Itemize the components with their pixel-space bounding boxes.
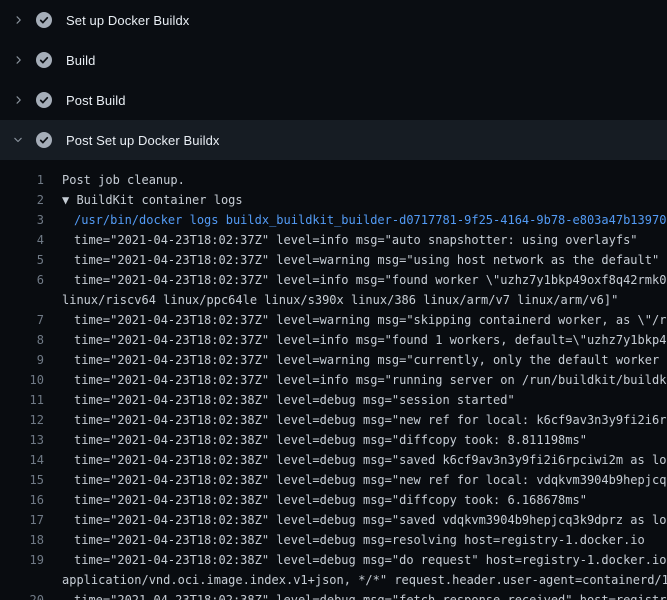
- log-line-text: time="2021-04-23T18:02:38Z" level=debug …: [44, 450, 667, 470]
- log-line: 8 time="2021-04-23T18:02:37Z" level=info…: [0, 330, 667, 350]
- step-row-post-set-up-docker-buildx[interactable]: Post Set up Docker Buildx: [0, 120, 667, 160]
- log-line: 16 time="2021-04-23T18:02:38Z" level=deb…: [0, 490, 667, 510]
- log-line: 19 time="2021-04-23T18:02:38Z" level=deb…: [0, 550, 667, 570]
- log-line-text: time="2021-04-23T18:02:38Z" level=debug …: [44, 430, 587, 450]
- log-line-number[interactable]: 12: [0, 410, 44, 430]
- step-row-post-build[interactable]: Post Build: [0, 80, 667, 120]
- log-line: 7 time="2021-04-23T18:02:37Z" level=warn…: [0, 310, 667, 330]
- step-label: Post Set up Docker Buildx: [66, 133, 220, 148]
- log-line: 20 time="2021-04-23T18:02:38Z" level=deb…: [0, 590, 667, 600]
- chevron-down-icon: [12, 132, 26, 148]
- log-line-text: application/vnd.oci.image.index.v1+json,…: [44, 570, 667, 590]
- log-line: 6 time="2021-04-23T18:02:37Z" level=info…: [0, 270, 667, 290]
- log-line: 1 Post job cleanup.: [0, 170, 667, 190]
- log-line: 11 time="2021-04-23T18:02:38Z" level=deb…: [0, 390, 667, 410]
- step-label: Post Build: [66, 93, 126, 108]
- log-line-number[interactable]: 3: [0, 210, 44, 230]
- step-label: Set up Docker Buildx: [66, 13, 189, 28]
- log-line-text: linux/riscv64 linux/ppc64le linux/s390x …: [44, 290, 618, 310]
- log-line-number: [0, 570, 44, 590]
- log-line: 13 time="2021-04-23T18:02:38Z" level=deb…: [0, 430, 667, 450]
- log-line-text: time="2021-04-23T18:02:37Z" level=warnin…: [44, 250, 659, 270]
- log-line-text: time="2021-04-23T18:02:37Z" level=info m…: [44, 230, 638, 250]
- log-line-number[interactable]: 8: [0, 330, 44, 350]
- log-line-number[interactable]: 7: [0, 310, 44, 330]
- log-line: linux/riscv64 linux/ppc64le linux/s390x …: [0, 290, 667, 310]
- log-line-number[interactable]: 14: [0, 450, 44, 470]
- log-line-text: time="2021-04-23T18:02:37Z" level=warnin…: [44, 350, 667, 370]
- log-line: 4 time="2021-04-23T18:02:37Z" level=info…: [0, 230, 667, 250]
- actions-log-viewer: Set up Docker Buildx Build Post Build Po…: [0, 0, 667, 600]
- log-line-text: time="2021-04-23T18:02:38Z" level=debug …: [44, 550, 667, 570]
- chevron-right-icon: [12, 52, 26, 68]
- log-line: 14 time="2021-04-23T18:02:38Z" level=deb…: [0, 450, 667, 470]
- log-line-number[interactable]: 11: [0, 390, 44, 410]
- step-row-set-up-docker-buildx[interactable]: Set up Docker Buildx: [0, 0, 667, 40]
- log-line-number[interactable]: 19: [0, 550, 44, 570]
- log-line: 9 time="2021-04-23T18:02:37Z" level=warn…: [0, 350, 667, 370]
- log-line-text: Post job cleanup.: [44, 170, 185, 190]
- chevron-right-icon: [12, 92, 26, 108]
- log-panel: 1 Post job cleanup. 2 ▼ BuildKit contain…: [0, 160, 667, 600]
- log-line-text: /usr/bin/docker logs buildx_buildkit_bui…: [44, 210, 666, 230]
- log-line-number[interactable]: 1: [0, 170, 44, 190]
- log-line-number[interactable]: 6: [0, 270, 44, 290]
- log-line-text: time="2021-04-23T18:02:37Z" level=info m…: [44, 330, 667, 350]
- log-line-number[interactable]: 5: [0, 250, 44, 270]
- log-line-text: time="2021-04-23T18:02:38Z" level=debug …: [44, 510, 667, 530]
- steps-list: Set up Docker Buildx Build Post Build Po…: [0, 0, 667, 160]
- log-line: 12 time="2021-04-23T18:02:38Z" level=deb…: [0, 410, 667, 430]
- log-line-text: time="2021-04-23T18:02:37Z" level=warnin…: [44, 310, 667, 330]
- log-line-number[interactable]: 10: [0, 370, 44, 390]
- log-line-number[interactable]: 18: [0, 530, 44, 550]
- log-line-number[interactable]: 9: [0, 350, 44, 370]
- log-line-text: time="2021-04-23T18:02:38Z" level=debug …: [44, 590, 667, 600]
- log-line: 5 time="2021-04-23T18:02:37Z" level=warn…: [0, 250, 667, 270]
- log-line-text: time="2021-04-23T18:02:38Z" level=debug …: [44, 470, 667, 490]
- log-line: application/vnd.oci.image.index.v1+json,…: [0, 570, 667, 590]
- log-line-text: time="2021-04-23T18:02:37Z" level=info m…: [44, 270, 667, 290]
- check-circle-icon: [36, 92, 52, 108]
- log-line-text: time="2021-04-23T18:02:38Z" level=debug …: [44, 490, 587, 510]
- step-label: Build: [66, 53, 95, 68]
- log-line-text: time="2021-04-23T18:02:38Z" level=debug …: [44, 410, 667, 430]
- step-row-build[interactable]: Build: [0, 40, 667, 80]
- log-line-number[interactable]: 16: [0, 490, 44, 510]
- log-line-number[interactable]: 17: [0, 510, 44, 530]
- log-line-text: time="2021-04-23T18:02:37Z" level=info m…: [44, 370, 667, 390]
- log-line: 18 time="2021-04-23T18:02:38Z" level=deb…: [0, 530, 667, 550]
- chevron-right-icon: [12, 12, 26, 28]
- log-line-number[interactable]: 4: [0, 230, 44, 250]
- log-line-number[interactable]: 13: [0, 430, 44, 450]
- log-line: 2 ▼ BuildKit container logs: [0, 190, 667, 210]
- log-line-number[interactable]: 2: [0, 190, 44, 210]
- check-circle-icon: [36, 12, 52, 28]
- log-line: 10 time="2021-04-23T18:02:37Z" level=inf…: [0, 370, 667, 390]
- log-line-text: time="2021-04-23T18:02:38Z" level=debug …: [44, 530, 645, 550]
- log-line-number[interactable]: 20: [0, 590, 44, 600]
- log-group-toggle[interactable]: ▼ BuildKit container logs: [44, 190, 243, 210]
- log-line: 3 /usr/bin/docker logs buildx_buildkit_b…: [0, 210, 667, 230]
- log-line: 17 time="2021-04-23T18:02:38Z" level=deb…: [0, 510, 667, 530]
- log-line-number[interactable]: 15: [0, 470, 44, 490]
- log-line-number: [0, 290, 44, 310]
- check-circle-icon: [36, 132, 52, 148]
- log-line-text: time="2021-04-23T18:02:38Z" level=debug …: [44, 390, 515, 410]
- log-line: 15 time="2021-04-23T18:02:38Z" level=deb…: [0, 470, 667, 490]
- check-circle-icon: [36, 52, 52, 68]
